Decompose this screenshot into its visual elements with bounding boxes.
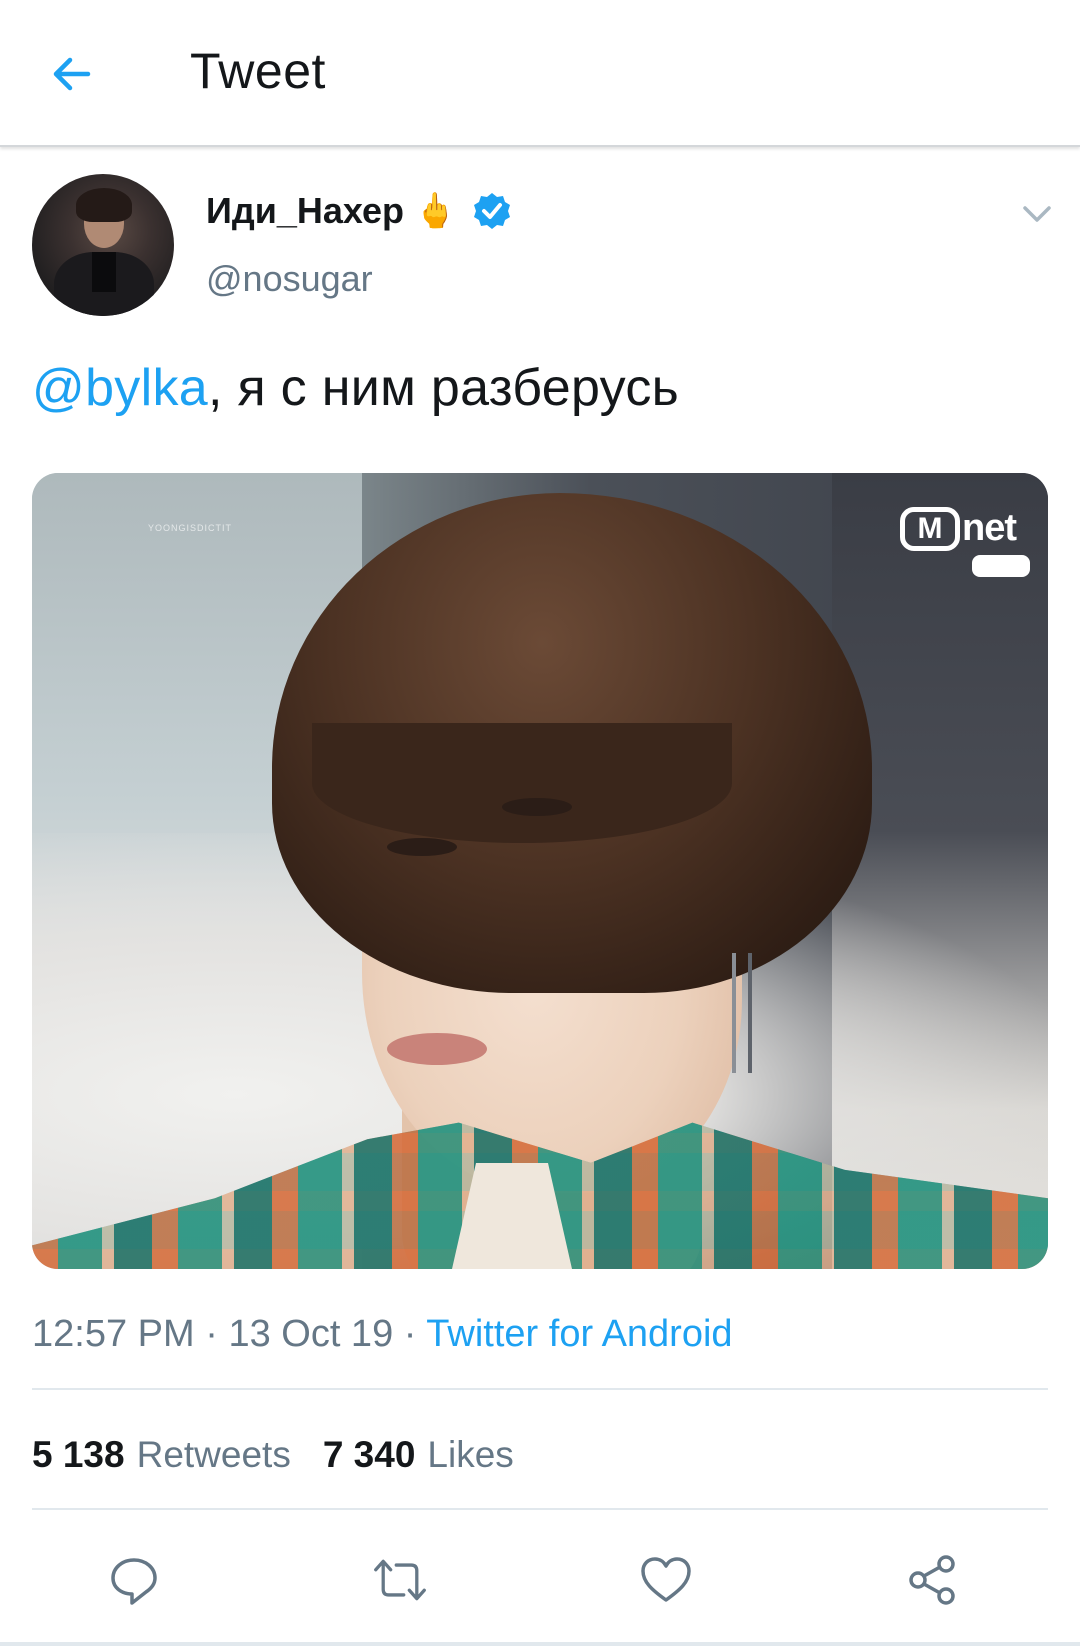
avatar[interactable] <box>32 174 174 316</box>
author-display-name[interactable]: Иди_Нахер 🖕 <box>206 190 512 232</box>
reply-button[interactable] <box>106 1552 162 1608</box>
tweet-time: 12:57 PM <box>32 1313 195 1355</box>
middle-finger-emoji: 🖕 <box>414 192 457 230</box>
retweets-stat[interactable]: 5 138 Retweets <box>32 1434 291 1476</box>
like-button[interactable] <box>638 1552 694 1608</box>
tweet-source-link[interactable]: Twitter for Android <box>426 1313 732 1355</box>
tweet-date: 13 Oct 19 <box>228 1313 394 1355</box>
bottom-divider <box>0 1642 1080 1646</box>
media-watermark: YOONGISDICTIT <box>148 523 233 533</box>
arrow-left-icon <box>53 57 91 91</box>
heart-icon <box>641 1557 691 1602</box>
chevron-down-icon <box>1023 206 1051 222</box>
page-title: Tweet <box>190 43 326 99</box>
likes-stat[interactable]: 7 340 Likes <box>323 1434 514 1476</box>
divider <box>32 1388 1048 1390</box>
mnet-logo: M net <box>900 507 1032 587</box>
retweet-button[interactable] <box>372 1552 428 1608</box>
mention-link[interactable]: @bylka <box>32 359 208 417</box>
share-button[interactable] <box>904 1552 960 1608</box>
tweet-text: @bylka, я с ним разберусь <box>32 358 679 418</box>
tweet-menu-button[interactable] <box>1015 196 1059 232</box>
tweet-body-text: , я с ним разберусь <box>207 359 680 417</box>
share-icon <box>909 1555 955 1605</box>
tweet-media-image[interactable]: YOONGISDICTIT M net <box>32 473 1048 1269</box>
reply-icon <box>111 1558 157 1605</box>
retweet-icon <box>374 1559 426 1601</box>
retweets-label: Retweets <box>136 1434 291 1475</box>
meta-separator: · <box>194 1313 229 1355</box>
likes-count: 7 340 <box>322 1434 416 1475</box>
tweet-stats: 5 138 Retweets 7 340 Likes <box>32 1434 514 1476</box>
verified-badge-icon <box>474 193 511 229</box>
retweets-count: 5 138 <box>32 1434 125 1475</box>
tweet-metadata: 12:57 PM · 13 Oct 19 · Twitter for Andro… <box>32 1313 733 1356</box>
divider <box>32 1508 1048 1510</box>
meta-separator: · <box>393 1313 427 1355</box>
top-app-bar: Tweet <box>0 0 1080 147</box>
author-name-text: Иди_Нахер <box>206 190 405 231</box>
author-handle[interactable]: @nosugar <box>206 258 373 300</box>
tweet-actions-bar <box>0 1540 1080 1620</box>
back-button[interactable] <box>42 44 102 104</box>
likes-label: Likes <box>427 1434 514 1475</box>
